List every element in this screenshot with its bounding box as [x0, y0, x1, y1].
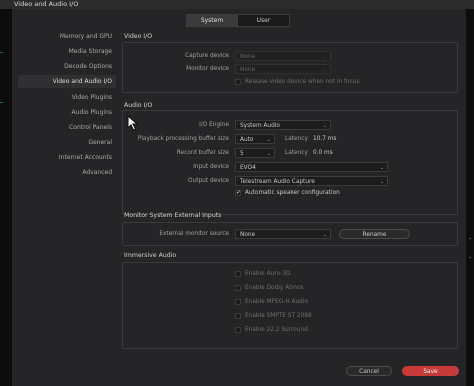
release-device-label: Release video device when not in focus	[245, 79, 360, 85]
mouse-pointer-icon	[127, 115, 139, 131]
monitor-device-label: Monitor device	[186, 66, 229, 72]
sidebar-item-label: General	[88, 139, 112, 146]
output-device-value: Telestream Audio Capture	[240, 179, 315, 185]
background-left-edge	[0, 9, 12, 386]
enable-dolby-atmos-label: Enable Dolby Atmos	[245, 285, 304, 291]
audio-io-section-title: Audio I/O	[124, 102, 153, 109]
input-device-label: Input device	[193, 164, 229, 170]
checkmark-icon: ✓	[236, 189, 242, 196]
monitor-inputs-section-title: Monitor System External Inputs	[124, 212, 222, 219]
monitor-device-dropdown[interactable]: None ⌄	[235, 64, 331, 74]
sidebar-item-label: Decode Options	[64, 63, 112, 70]
video-io-section-title: Video I/O	[124, 33, 153, 40]
preferences-dialog: System User Memory and GPU Media Storage…	[12, 9, 466, 386]
external-monitor-source-dropdown[interactable]: None ⌄	[235, 229, 331, 239]
tab-system[interactable]: System	[186, 14, 238, 27]
sidebar-item-control-panels[interactable]: Control Panels	[18, 121, 116, 134]
rename-button[interactable]: Rename	[339, 229, 410, 239]
record-latency-label: Latency	[285, 150, 308, 156]
enable-22-2-surround-label: Enable 22.2 Surround	[245, 327, 308, 333]
chevron-down-icon: ⌄	[379, 165, 384, 171]
cancel-button[interactable]: Cancel	[346, 366, 392, 376]
record-buffer-value: 5	[240, 151, 244, 157]
auto-speaker-label: Automatic speaker configuration	[245, 190, 340, 196]
io-engine-value: System Audio	[240, 123, 280, 129]
enable-22-2-surround-checkbox[interactable]	[235, 327, 241, 333]
input-device-value: EVO4	[240, 165, 256, 171]
enable-smpte-st-2098-checkbox[interactable]	[235, 313, 241, 319]
output-device-label: Output device	[187, 178, 229, 184]
chevron-down-icon: ⌄	[322, 54, 327, 60]
capture-device-label: Capture device	[185, 53, 229, 59]
immersive-audio-section-title: Immersive Audio	[124, 252, 177, 259]
sidebar-item-memory-and-gpu[interactable]: Memory and GPU	[18, 30, 116, 43]
chevron-down-icon: ⌄	[266, 151, 271, 157]
sidebar-item-audio-plugins[interactable]: Audio Plugins	[18, 106, 116, 119]
playback-latency-value: 10.7 ms	[313, 136, 337, 142]
background-accent-line	[469, 257, 471, 258]
sidebar-item-label: Control Panels	[69, 124, 112, 131]
monitor-device-value: None	[240, 67, 256, 73]
sidebar-item-media-storage[interactable]: Media Storage	[18, 45, 116, 58]
enable-smpte-st-2098-label: Enable SMPTE ST 2098	[245, 313, 312, 319]
sidebar-item-decode-options[interactable]: Decode Options	[18, 60, 116, 73]
sidebar-item-advanced[interactable]: Advanced	[18, 166, 116, 179]
save-button[interactable]: Save	[402, 366, 459, 376]
playback-buffer-dropdown[interactable]: Auto ⌄	[235, 134, 275, 144]
sidebar-item-label: Video and Audio I/O	[52, 78, 112, 85]
auto-speaker-checkbox[interactable]: ✓	[235, 189, 242, 196]
sidebar-item-video-plugins[interactable]: Video Plugins	[18, 91, 116, 104]
record-latency-value: 0.0 ms	[313, 150, 333, 156]
playback-latency-label: Latency	[285, 136, 308, 142]
chevron-down-icon: ⌄	[266, 137, 271, 143]
sidebar-item-video-and-audio-io[interactable]: Video and Audio I/O	[18, 75, 116, 88]
enable-mpeg-h-audio-label: Enable MPEG-H Audio	[245, 299, 309, 305]
chevron-down-icon: ⌄	[322, 123, 327, 129]
record-buffer-dropdown[interactable]: 5 ⌄	[235, 148, 275, 158]
chevron-down-icon: ⌄	[379, 179, 384, 185]
sidebar-item-general[interactable]: General	[18, 136, 116, 149]
sidebar-item-label: Advanced	[82, 169, 112, 176]
sidebar-item-label: Media Storage	[68, 48, 112, 55]
sidebar-item-label: Memory and GPU	[59, 33, 112, 40]
chevron-down-icon: ⌄	[322, 232, 327, 238]
record-buffer-label: Record buffer size	[176, 150, 229, 156]
enable-mpeg-h-audio-checkbox[interactable]	[235, 299, 241, 305]
background-right-edge	[466, 9, 474, 386]
external-monitor-source-label: External monitor source	[159, 231, 229, 237]
chevron-down-icon: ⌄	[322, 67, 327, 73]
tab-user[interactable]: User	[237, 14, 290, 27]
enable-auro-3d-label: Enable Auro-3D	[245, 271, 291, 277]
window-title: Video and Audio I/O	[14, 0, 79, 8]
background-accent-line	[0, 52, 3, 53]
sidebar-item-label: Audio Plugins	[71, 109, 112, 116]
external-monitor-source-value: None	[240, 232, 256, 238]
capture-device-dropdown[interactable]: None ⌄	[235, 51, 331, 61]
window-title-bar: Video and Audio I/O	[0, 0, 474, 9]
sidebar-item-label: Internet Accounts	[58, 154, 112, 161]
background-accent-line	[0, 102, 3, 103]
background-accent-line	[469, 238, 471, 239]
sidebar-item-internet-accounts[interactable]: Internet Accounts	[18, 151, 116, 164]
playback-buffer-value: Auto	[240, 137, 254, 143]
input-device-dropdown[interactable]: EVO4 ⌄	[235, 162, 388, 172]
playback-buffer-label: Playback processing buffer size	[137, 136, 229, 142]
io-engine-dropdown[interactable]: System Audio ⌄	[235, 120, 331, 130]
release-device-checkbox[interactable]	[235, 79, 241, 85]
capture-device-value: None	[240, 54, 256, 60]
output-device-dropdown[interactable]: Telestream Audio Capture ⌄	[235, 176, 388, 186]
enable-auro-3d-checkbox[interactable]	[235, 271, 241, 277]
sidebar-item-label: Video Plugins	[71, 94, 112, 101]
enable-dolby-atmos-checkbox[interactable]	[235, 285, 241, 291]
